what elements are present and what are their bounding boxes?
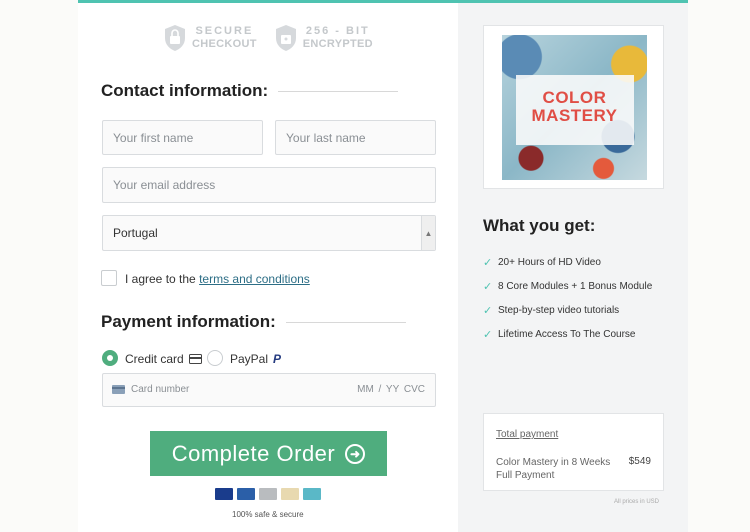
credit-card-option[interactable]: Credit card bbox=[125, 352, 202, 366]
terms-label: I agree to the terms and conditions bbox=[125, 272, 310, 286]
discover-icon bbox=[281, 488, 299, 500]
encrypted-label: ENCRYPTED bbox=[302, 38, 373, 50]
arrow-right-icon: ➜ bbox=[345, 443, 366, 464]
product-image-card: COLOR MASTERY bbox=[483, 25, 664, 189]
check-icon: ✓ bbox=[483, 280, 493, 293]
product-cover-image: COLOR MASTERY bbox=[502, 35, 647, 180]
terms-link[interactable]: terms and conditions bbox=[199, 272, 310, 286]
lock-shield-icon bbox=[165, 25, 185, 51]
paypal-option[interactable]: PayPal P bbox=[230, 352, 281, 366]
complete-order-button[interactable]: Complete Order ➜ bbox=[150, 431, 387, 476]
what-you-get-title: What you get: bbox=[483, 216, 596, 235]
encrypted-badge: 256 - BIT ENCRYPTED bbox=[275, 24, 373, 52]
card-icon bbox=[112, 385, 125, 394]
expiry-input[interactable]: MM / YY bbox=[357, 384, 399, 395]
bit-label: 256 - BIT bbox=[305, 25, 370, 37]
contact-info-title: Contact information: bbox=[101, 81, 399, 101]
total-payment-label: Total payment bbox=[496, 429, 559, 440]
check-icon: ✓ bbox=[483, 256, 493, 269]
benefits-list: ✓ 20+ Hours of HD Video ✓ 8 Core Modules +… bbox=[483, 250, 652, 346]
paypal-radio[interactable] bbox=[207, 350, 223, 366]
safe-secure-text: 100% safe & secure bbox=[232, 510, 304, 519]
list-item: ✓ Lifetime Access To The Course bbox=[483, 328, 636, 341]
title-divider bbox=[285, 321, 406, 323]
bancontact-icon bbox=[303, 488, 321, 500]
encrypted-shield-icon bbox=[275, 25, 296, 51]
check-icon: ✓ bbox=[483, 328, 493, 341]
cvc-input[interactable]: CVC bbox=[404, 384, 425, 395]
checkout-label: CHECKOUT bbox=[192, 38, 257, 50]
list-item: ✓ 20+ Hours of HD Video bbox=[483, 256, 601, 269]
secure-label: SECURE bbox=[195, 25, 254, 37]
security-badges: SECURE CHECKOUT 256 - BIT ENCRYPTED bbox=[164, 24, 373, 52]
check-icon: ✓ bbox=[483, 304, 493, 317]
title-divider bbox=[278, 90, 399, 92]
mastercard-icon bbox=[237, 488, 255, 500]
currency-note: All prices in USD bbox=[614, 499, 660, 505]
generic-card-icon bbox=[259, 488, 277, 500]
credit-card-radio[interactable] bbox=[102, 350, 118, 366]
first-name-input[interactable]: Your first name bbox=[102, 120, 263, 155]
email-input[interactable]: Your email address bbox=[102, 167, 436, 203]
summary-item-name: Color Mastery in 8 Weeks Full Payment bbox=[496, 457, 611, 481]
payment-info-title: Payment information: bbox=[101, 312, 406, 332]
visa-icon bbox=[215, 488, 233, 500]
paypal-icon: P bbox=[273, 352, 282, 366]
credit-card-icon bbox=[188, 354, 202, 364]
country-select[interactable]: Portugal ▲ bbox=[102, 215, 436, 251]
summary-price: $549 bbox=[628, 456, 651, 467]
payment-summary: Total payment Color Mastery in 8 Weeks F… bbox=[483, 413, 664, 491]
card-number-input[interactable]: Card number MM / YY CVC bbox=[102, 373, 436, 407]
secure-checkout-badge: SECURE CHECKOUT bbox=[164, 24, 257, 52]
product-title: COLOR MASTERY bbox=[531, 88, 618, 125]
list-item: ✓ Step-by-step video tutorials bbox=[483, 304, 620, 317]
last-name-input[interactable]: Your last name bbox=[275, 120, 436, 155]
select-arrows-icon: ▲ bbox=[421, 216, 435, 250]
list-item: ✓ 8 Core Modules + 1 Bonus Module bbox=[483, 280, 653, 293]
terms-checkbox[interactable] bbox=[101, 270, 117, 286]
accepted-cards bbox=[215, 488, 321, 500]
